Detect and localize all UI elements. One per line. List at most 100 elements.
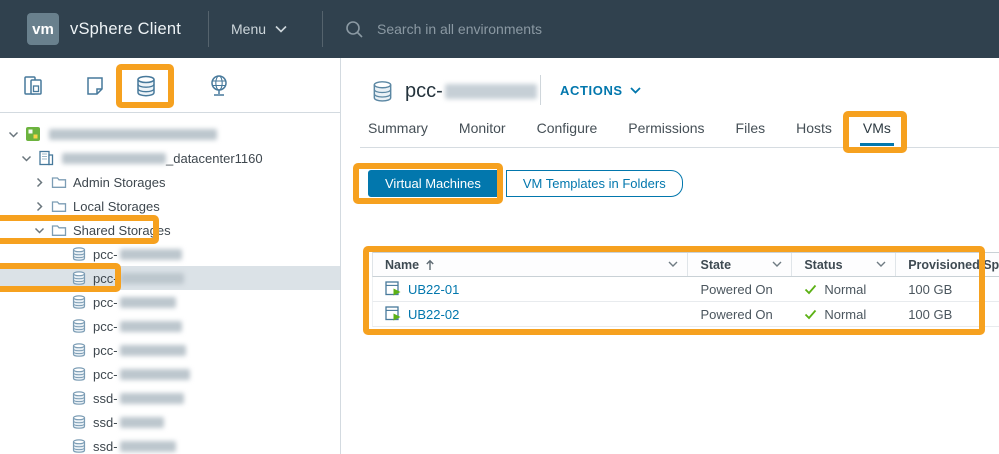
tree-item-admin-storages[interactable]: Admin Storages: [0, 170, 340, 194]
networking-icon[interactable]: [206, 73, 232, 99]
tree-item-datastore[interactable]: ssd-: [0, 434, 340, 454]
tab-label: VMs: [863, 120, 891, 136]
tree-item-shared-storages[interactable]: Shared Storages: [0, 218, 340, 242]
toggle-label: VM Templates in Folders: [523, 176, 666, 191]
tree-item-datastore[interactable]: pcc-: [0, 242, 340, 266]
chevron-down-icon: [630, 87, 641, 94]
tab-vms[interactable]: VMs: [863, 120, 891, 146]
column-filter-chevron-icon[interactable]: [668, 261, 678, 268]
column-label: Status: [804, 258, 842, 272]
vm-status-cell: Normal: [792, 307, 896, 322]
tree-item-vcenter[interactable]: [0, 122, 340, 146]
menu-button[interactable]: Menu: [231, 0, 287, 58]
vm-provisioned-cell: 100 GB: [896, 307, 999, 322]
tree-item-datastore[interactable]: pcc-: [0, 338, 340, 362]
tab-label: Configure: [537, 120, 598, 136]
inventory-tree: _datacenter1160 Admin Storages Local Sto…: [0, 114, 340, 454]
vm-table-header: Name State Status Provisioned Space: [372, 252, 999, 277]
column-header-name[interactable]: Name: [373, 253, 688, 276]
redacted-text: [120, 345, 186, 356]
chevron-down-icon[interactable]: [33, 224, 46, 237]
table-row[interactable]: UB22-02 Powered On Normal 100 GB: [372, 302, 999, 327]
tab-monitor[interactable]: Monitor: [459, 120, 506, 146]
column-header-status[interactable]: Status: [792, 253, 896, 276]
vmware-logo-text: vm: [32, 21, 54, 38]
object-tabs: Summary Monitor Configure Permissions Fi…: [368, 120, 891, 146]
storage-icon[interactable]: [133, 73, 159, 99]
tree-item-label: Shared Storages: [73, 223, 171, 238]
datastore-icon: [70, 270, 87, 287]
datastore-icon: [70, 246, 87, 263]
tree-item-label: pcc-: [93, 247, 118, 262]
redacted-text: [120, 441, 176, 452]
actions-label: ACTIONS: [560, 83, 623, 98]
global-search-input[interactable]: Search in all environments: [345, 0, 542, 58]
tree-item-datastore[interactable]: ssd-: [0, 410, 340, 434]
folder-icon: [50, 222, 67, 239]
redacted-text: [120, 249, 182, 260]
app-title: vSphere Client: [70, 0, 181, 58]
tabs-divider-line: [360, 147, 999, 148]
sort-ascending-icon: [425, 259, 435, 271]
column-label: Name: [385, 258, 419, 272]
vm-name-link[interactable]: UB22-01: [408, 282, 459, 297]
vm-templates-toggle-button[interactable]: VM Templates in Folders: [506, 170, 683, 197]
vm-state-cell: Powered On: [688, 307, 792, 322]
toggle-label: Virtual Machines: [385, 176, 481, 191]
vm-view-toggle: Virtual Machines VM Templates in Folders: [368, 170, 683, 197]
tab-permissions[interactable]: Permissions: [628, 120, 704, 146]
vmware-logo[interactable]: vm: [27, 13, 59, 45]
tree-item-label: ssd-: [93, 415, 118, 430]
redacted-text: [49, 129, 217, 140]
redacted-text: [120, 321, 182, 332]
tab-configure[interactable]: Configure: [537, 120, 598, 146]
tree-item-datacenter[interactable]: _datacenter1160: [0, 146, 340, 170]
page-title-prefix: pcc-: [405, 80, 443, 103]
chevron-right-icon[interactable]: [33, 200, 46, 213]
tree-item-datastore[interactable]: ssd-: [0, 386, 340, 410]
virtual-machine-icon: [385, 306, 402, 322]
actions-button[interactable]: ACTIONS: [560, 83, 641, 98]
inventory-nav-iconbar: [0, 58, 340, 113]
chevron-right-icon[interactable]: [33, 176, 46, 189]
active-tab-underline: [860, 143, 894, 146]
datastore-icon: [70, 438, 87, 454]
tree-item-label: ssd-: [93, 391, 118, 406]
vm-state-cell: Powered On: [688, 282, 792, 297]
tab-label: Monitor: [459, 120, 506, 136]
status-ok-check-icon: [804, 309, 817, 320]
chevron-down-icon: [275, 25, 287, 33]
redacted-text: [120, 297, 176, 308]
hosts-and-clusters-icon[interactable]: [20, 73, 46, 99]
tree-item-label: Local Storages: [73, 199, 160, 214]
tab-summary[interactable]: Summary: [368, 120, 428, 146]
folder-icon: [50, 198, 67, 215]
header-divider: [322, 11, 323, 47]
tree-item-datastore[interactable]: pcc-: [0, 362, 340, 386]
tab-hosts[interactable]: Hosts: [796, 120, 832, 146]
table-row[interactable]: UB22-01 Powered On Normal 100 GB: [372, 277, 999, 302]
tab-label: Permissions: [628, 120, 704, 136]
tab-files[interactable]: Files: [736, 120, 766, 146]
datastore-icon: [70, 414, 87, 431]
datastore-icon: [370, 79, 395, 104]
virtual-machines-toggle-button[interactable]: Virtual Machines: [368, 170, 498, 197]
column-header-provisioned-space[interactable]: Provisioned Space: [896, 253, 999, 276]
column-header-state[interactable]: State: [688, 253, 792, 276]
tree-item-local-storages[interactable]: Local Storages: [0, 194, 340, 218]
column-filter-chevron-icon[interactable]: [876, 261, 886, 268]
vm-name-link[interactable]: UB22-02: [408, 307, 459, 322]
datastore-icon: [70, 318, 87, 335]
vms-and-templates-icon[interactable]: [82, 73, 108, 99]
virtual-machine-icon: [385, 281, 402, 297]
datastore-icon: [70, 342, 87, 359]
column-filter-chevron-icon[interactable]: [772, 261, 782, 268]
tree-item-label: _datacenter1160: [166, 151, 263, 166]
tree-item-datastore-selected[interactable]: pcc-: [0, 266, 340, 290]
search-placeholder: Search in all environments: [377, 21, 542, 37]
tree-item-datastore[interactable]: pcc-: [0, 290, 340, 314]
chevron-down-icon[interactable]: [7, 128, 20, 141]
chevron-down-icon[interactable]: [20, 152, 33, 165]
vm-table: Name State Status Provisioned Space: [372, 252, 999, 327]
tree-item-datastore[interactable]: pcc-: [0, 314, 340, 338]
